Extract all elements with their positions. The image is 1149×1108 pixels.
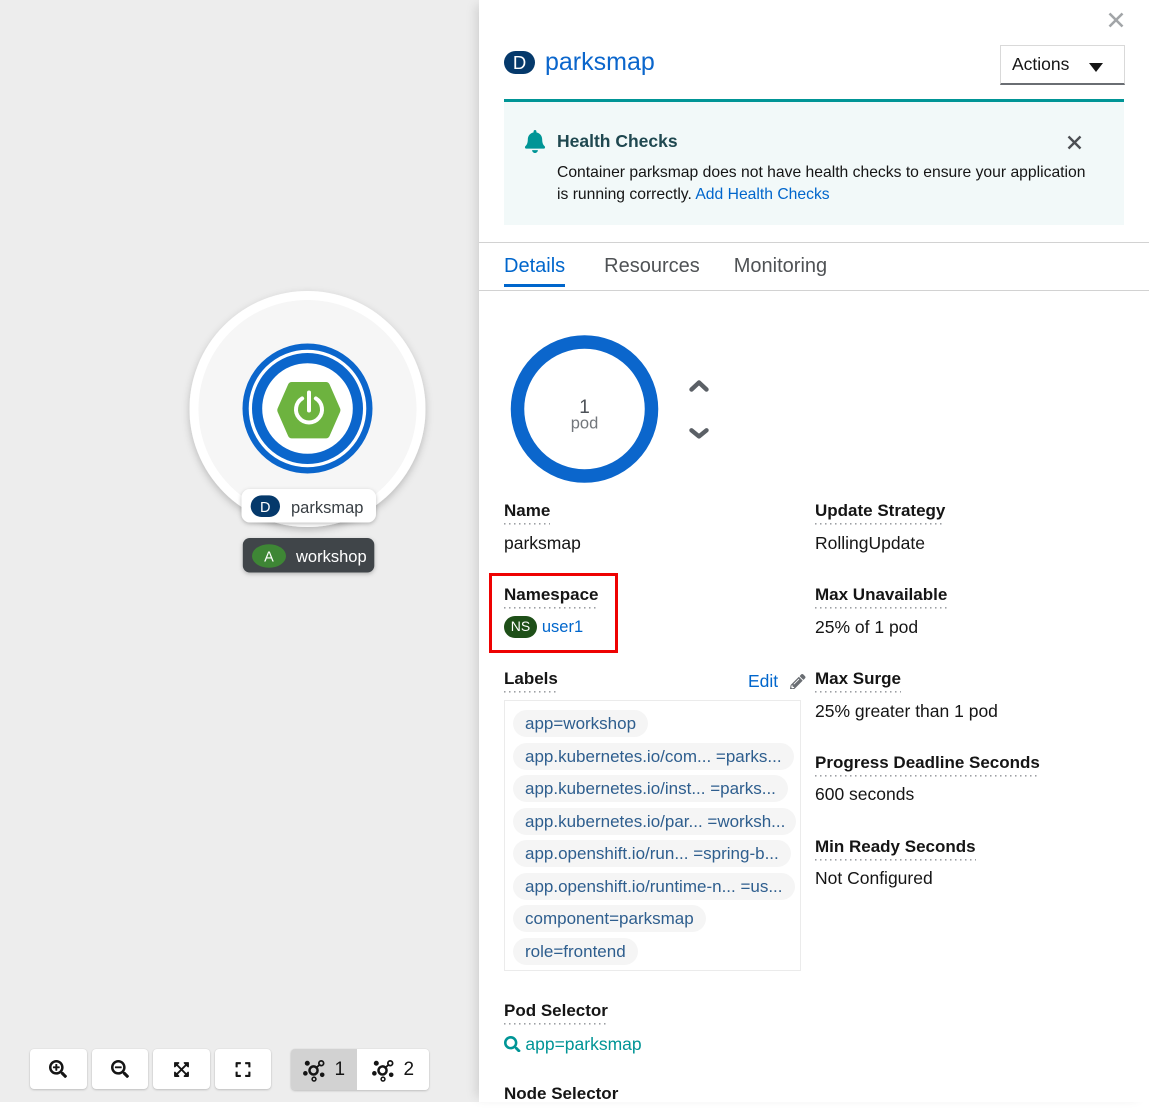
- svg-text:parksmap: parksmap: [291, 499, 363, 517]
- svg-text:pod: pod: [571, 415, 599, 433]
- svg-text:D: D: [260, 500, 270, 516]
- svg-text:workshop: workshop: [295, 548, 367, 566]
- svg-text:A: A: [264, 550, 274, 566]
